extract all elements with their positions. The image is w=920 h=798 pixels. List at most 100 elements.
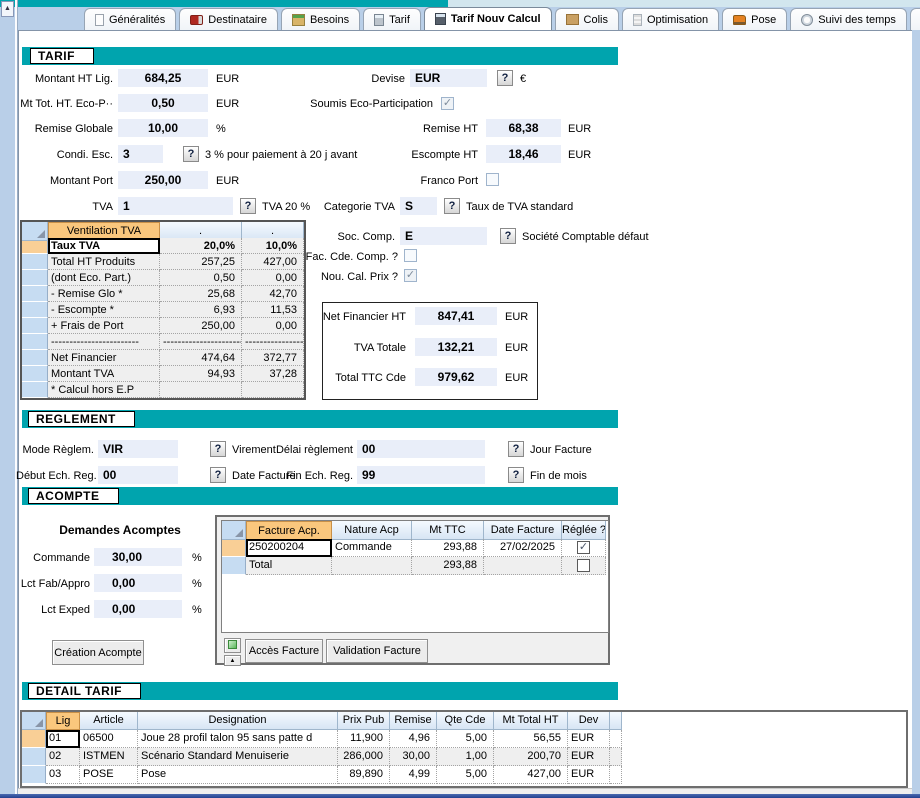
condi-esc-help-button[interactable]: ? bbox=[183, 146, 199, 162]
row-selector[interactable] bbox=[22, 254, 48, 270]
tab-tarif-nouv-calcul[interactable]: Tarif Nouv Calcul bbox=[424, 7, 552, 30]
ventilation-cell[interactable]: Taux TVA bbox=[48, 238, 160, 254]
ventilation-cell[interactable]: Net Financier bbox=[48, 350, 160, 366]
row-selector[interactable] bbox=[22, 302, 48, 318]
detail-cell-article[interactable]: ISTMEN bbox=[80, 748, 138, 766]
acompte-cell-facture[interactable]: Total bbox=[246, 557, 332, 575]
row-selector[interactable] bbox=[22, 334, 48, 350]
detail-header[interactable]: Qte Cde bbox=[437, 712, 494, 730]
ventilation-cell[interactable]: 0,50 bbox=[160, 270, 242, 286]
debut-ech-reg-help-button[interactable]: ? bbox=[210, 467, 226, 483]
categorie-tva-help-button[interactable]: ? bbox=[444, 198, 460, 214]
creation-acompte-button[interactable]: Création Acompte bbox=[52, 640, 144, 665]
tab-destinataire[interactable]: Destinataire bbox=[179, 8, 278, 30]
ventilation-cell[interactable]: 474,64 bbox=[160, 350, 242, 366]
reglee-checkbox[interactable]: ✓ bbox=[577, 541, 590, 554]
mode-reglem-help-button[interactable]: ? bbox=[210, 441, 226, 457]
detail-corner-cell[interactable] bbox=[22, 712, 46, 730]
detail-cell-prix[interactable]: 11,900 bbox=[338, 730, 390, 748]
fin-ech-reg-help-button[interactable]: ? bbox=[508, 467, 524, 483]
ventilation-cell[interactable]: 250,00 bbox=[160, 318, 242, 334]
detail-cell-mt[interactable]: 200,70 bbox=[494, 748, 568, 766]
devise-field[interactable]: EUR bbox=[410, 69, 487, 87]
detail-header[interactable]: Designation bbox=[138, 712, 338, 730]
detail-cell-article[interactable]: POSE bbox=[80, 766, 138, 784]
soc-comp-help-button[interactable]: ? bbox=[500, 228, 516, 244]
delai-reglement-field[interactable]: 00 bbox=[357, 440, 485, 458]
acompte-header[interactable]: Réglée ? bbox=[562, 521, 606, 540]
detail-header[interactable]: Lig bbox=[46, 712, 80, 730]
tva-help-button[interactable]: ? bbox=[240, 198, 256, 214]
detail-cell-dev[interactable]: EUR bbox=[568, 748, 610, 766]
escompte-ht-field[interactable]: 18,46 bbox=[486, 145, 561, 163]
acompte-header[interactable]: Nature Acp bbox=[332, 521, 412, 540]
detail-header[interactable]: Remise bbox=[390, 712, 437, 730]
row-selector[interactable] bbox=[22, 366, 48, 382]
ventilation-cell[interactable]: Total HT Produits bbox=[48, 254, 160, 270]
lct-exped-field[interactable]: 0,00 bbox=[94, 600, 182, 618]
tva-totale-field[interactable]: 132,21 bbox=[415, 338, 497, 356]
row-selector[interactable] bbox=[22, 730, 46, 748]
acces-facture-button[interactable]: Accès Facture bbox=[245, 639, 323, 663]
acompte-cell-facture[interactable]: 250200204 bbox=[246, 539, 332, 557]
detail-header[interactable]: Mt Total HT bbox=[494, 712, 568, 730]
detail-cell-remise[interactable]: 30,00 bbox=[390, 748, 437, 766]
lct-fab-appro-field[interactable]: 0,00 bbox=[94, 574, 182, 592]
tab-suivi-des-temps[interactable]: Suivi des temps bbox=[790, 8, 907, 30]
tab-optimisation[interactable]: Optimisation bbox=[622, 8, 719, 30]
ventilation-cell[interactable]: 42,70 bbox=[242, 286, 304, 302]
commande-field[interactable]: 30,00 bbox=[94, 548, 182, 566]
franco-port-checkbox[interactable] bbox=[486, 173, 499, 186]
acompte-header[interactable]: Date Facture bbox=[484, 521, 562, 540]
tab-colis[interactable]: Colis bbox=[555, 8, 619, 30]
ventilation-cell[interactable]: 0,00 bbox=[242, 270, 304, 286]
montant-port-field[interactable]: 250,00 bbox=[118, 171, 208, 189]
tab-tarif[interactable]: Tarif bbox=[363, 8, 421, 30]
row-selector[interactable] bbox=[222, 539, 246, 557]
acompte-cell-mt[interactable]: 293,88 bbox=[412, 557, 484, 575]
detail-cell-designation[interactable]: Pose bbox=[138, 766, 338, 784]
remise-globale-field[interactable]: 10,00 bbox=[118, 119, 208, 137]
row-selector[interactable] bbox=[22, 318, 48, 334]
net-financier-ht-field[interactable]: 847,41 bbox=[415, 307, 497, 325]
detail-cell-lig[interactable]: 02 bbox=[46, 748, 80, 766]
detail-cell-remise[interactable]: 4,99 bbox=[390, 766, 437, 784]
ventilation-cell[interactable]: 25,68 bbox=[160, 286, 242, 302]
row-selector[interactable] bbox=[22, 286, 48, 302]
ventilation-cell[interactable]: (dont Eco. Part.) bbox=[48, 270, 160, 286]
devise-help-button[interactable]: ? bbox=[497, 70, 513, 86]
detail-cell-prix[interactable]: 89,890 bbox=[338, 766, 390, 784]
ventilation-cell[interactable]: 257,25 bbox=[160, 254, 242, 270]
row-selector[interactable] bbox=[22, 766, 46, 784]
mt-tot-eco-field[interactable]: 0,50 bbox=[118, 94, 208, 112]
detail-header[interactable]: Dev bbox=[568, 712, 610, 730]
ventilation-cell[interactable]: - Remise Glo * bbox=[48, 286, 160, 302]
delai-reglement-help-button[interactable]: ? bbox=[508, 441, 524, 457]
soc-comp-field[interactable]: E bbox=[400, 227, 487, 245]
condi-esc-field[interactable]: 3 bbox=[118, 145, 163, 163]
ventilation-cell[interactable]: ------------------ bbox=[242, 334, 304, 350]
ventilation-cell[interactable]: + Frais de Port bbox=[48, 318, 160, 334]
total-ttc-cde-field[interactable]: 979,62 bbox=[415, 368, 497, 386]
fin-ech-reg-field[interactable]: 99 bbox=[357, 466, 485, 484]
detail-cell-designation[interactable]: Joue 28 profil talon 95 sans patte d bbox=[138, 730, 338, 748]
ventilation-cell[interactable]: 20,0% bbox=[160, 238, 242, 254]
row-selector[interactable] bbox=[22, 382, 48, 398]
detail-cell-dev[interactable]: EUR bbox=[568, 766, 610, 784]
ventilation-cell[interactable]: Montant TVA bbox=[48, 366, 160, 382]
ventilation-cell[interactable]: 11,53 bbox=[242, 302, 304, 318]
detail-cell-mt[interactable]: 56,55 bbox=[494, 730, 568, 748]
detail-cell-lig[interactable]: 03 bbox=[46, 766, 80, 784]
acompte-corner-cell[interactable] bbox=[222, 521, 246, 540]
ventilation-cell[interactable]: - Escompte * bbox=[48, 302, 160, 318]
tab-besoins[interactable]: Besoins bbox=[281, 8, 360, 30]
detail-cell-qte[interactable]: 5,00 bbox=[437, 730, 494, 748]
detail-cell-designation[interactable]: Scénario Standard Menuiserie bbox=[138, 748, 338, 766]
soumis-eco-checkbox[interactable]: ✓ bbox=[441, 97, 454, 110]
detail-cell-dev[interactable]: EUR bbox=[568, 730, 610, 748]
tab-contacts[interactable]: Contacts bbox=[910, 8, 920, 30]
ventilation-cell[interactable]: 6,93 bbox=[160, 302, 242, 318]
ventilation-cell[interactable]: 372,77 bbox=[242, 350, 304, 366]
debut-ech-reg-field[interactable]: 00 bbox=[98, 466, 178, 484]
reglee-checkbox[interactable] bbox=[577, 559, 590, 572]
